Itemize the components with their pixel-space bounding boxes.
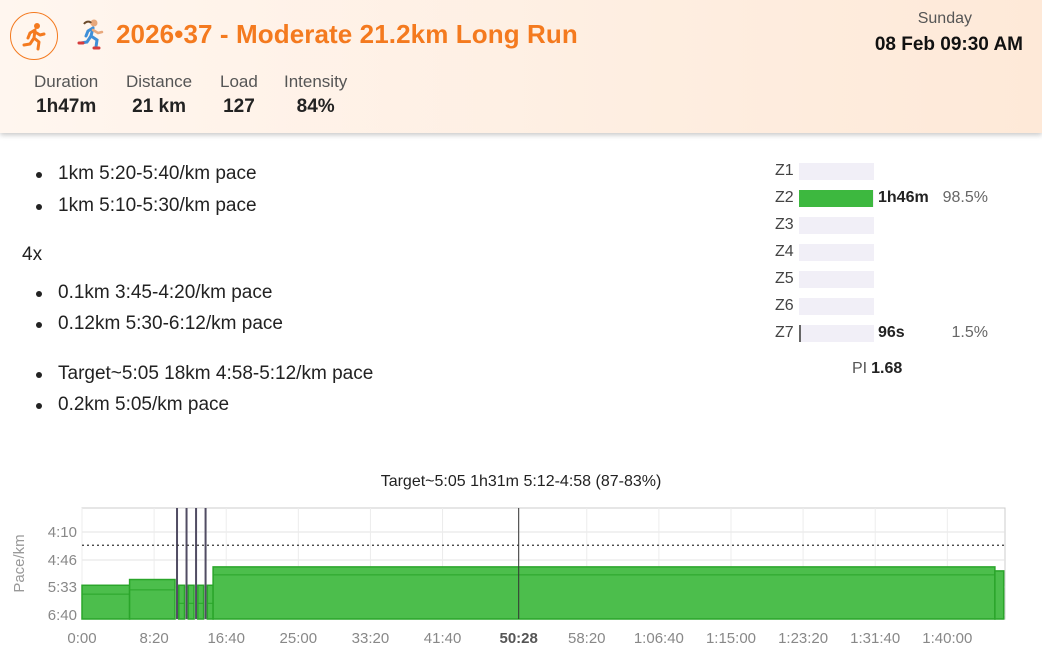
zone-bar (799, 271, 874, 288)
zone-percent: 1.5% (951, 324, 988, 341)
y-tick-label: 5:33 (48, 579, 77, 596)
x-tick-label: 25:00 (280, 630, 318, 647)
x-tick-label: 41:40 (424, 630, 462, 647)
activity-title[interactable]: 2026•37 - Moderate 21.2km Long Run (116, 19, 578, 50)
zone-label: Z7 (775, 324, 794, 341)
zone-bar (799, 244, 874, 261)
workout-step: 1km 5:20-5:40/km pace (36, 163, 257, 185)
zone-time: 1h46m (878, 189, 929, 206)
pace-segment (187, 584, 195, 620)
workout-step: 0.1km 3:45-4:20/km pace (35, 282, 272, 304)
activity-datetime: 08 Feb 09:30 AM (874, 34, 1023, 55)
workout-step: 0.2km 5:05/km pace (35, 394, 229, 416)
pi-value: 1.68 (871, 360, 903, 377)
pace-segment (178, 584, 186, 620)
pi-label: PI (852, 360, 868, 377)
stat-value: 84% (296, 96, 335, 117)
stat-value: 1h47m (36, 96, 97, 117)
zone-label: Z1 (775, 162, 794, 179)
pi-metric: PI 1.68 (852, 360, 902, 378)
x-tick-label: 0:00 (67, 630, 96, 647)
y-tick-label: 4:10 (48, 524, 77, 541)
stat-intensity: Intensity 84% (284, 72, 347, 118)
interval-segment (195, 508, 198, 619)
stat-duration: Duration 1h47m (34, 72, 98, 118)
zone-bar (799, 190, 874, 207)
zone-bar (799, 217, 874, 234)
pace-segment (81, 584, 131, 620)
chart-title: Target~5:05 1h31m 5:12-4:58 (87-83%) (380, 473, 662, 490)
pace-segment (197, 584, 205, 620)
zone-label: Z6 (775, 297, 794, 314)
pace-segment (994, 570, 1005, 620)
x-tick-label: 1:40:00 (922, 630, 972, 647)
activity-header: 2026•37 - Moderate 21.2km Long Run Sunda… (0, 0, 1042, 133)
stat-label: Duration (34, 72, 99, 91)
zone-label: Z3 (775, 216, 794, 233)
pace-chart[interactable]: 4:10 4:46 5:33 6:40 0:00 8:20 16:40 25:00 33:20 4… (0, 495, 1042, 660)
zone-label: Z5 (775, 270, 794, 287)
y-tick-label: 4:46 (48, 552, 77, 569)
x-tick-label: 33:20 (352, 630, 390, 647)
zone-bar (799, 325, 874, 342)
interval-segment (185, 508, 188, 619)
zone-bar-fill (799, 325, 801, 342)
zone-label: Z2 (775, 189, 794, 206)
runner-emoji-icon (76, 18, 106, 50)
interval-segment (176, 508, 179, 619)
stat-value: 21 km (132, 96, 186, 117)
x-tick-label: 1:23:20 (778, 630, 828, 647)
workout-step: 0.12km 5:30-6:12/km pace (36, 313, 283, 335)
activity-day: Sunday (917, 10, 972, 27)
zone-bar (799, 298, 874, 315)
workout-step: Target~5:05 18km 4:58-5:12/km pace (35, 363, 373, 385)
stat-load: Load 127 (220, 72, 258, 118)
running-person-icon[interactable] (10, 12, 58, 60)
stat-distance: Distance 21 km (126, 72, 192, 118)
x-tick-label: 8:20 (140, 630, 169, 647)
stat-label: Intensity (284, 72, 348, 91)
interval-segment (204, 508, 207, 619)
zone-bar (799, 163, 874, 180)
x-tick-label: 1:15:00 (706, 630, 756, 647)
zone-label: Z4 (775, 243, 794, 260)
stat-label: Distance (126, 72, 193, 91)
y-axis-label: Pace/km (11, 534, 28, 592)
zone-percent: 98.5% (942, 189, 988, 206)
zone-bar-fill (799, 190, 873, 207)
repeat-label: 4x (22, 244, 43, 265)
y-tick-label: 6:40 (48, 607, 77, 624)
x-tick-label: 58:20 (568, 630, 606, 647)
stat-label: Load (220, 72, 258, 91)
zone-time: 96s (878, 324, 905, 341)
pace-segment (128, 578, 176, 620)
workout-step: 1km 5:10-5:30/km pace (36, 195, 257, 217)
stat-value: 127 (223, 96, 255, 117)
pace-segment (206, 584, 214, 620)
x-tick-label: 1:06:40 (634, 630, 684, 647)
x-tick-label: 16:40 (207, 630, 245, 647)
x-tick-label: 50:28 (500, 630, 538, 647)
x-tick-label: 1:31:40 (850, 630, 900, 647)
